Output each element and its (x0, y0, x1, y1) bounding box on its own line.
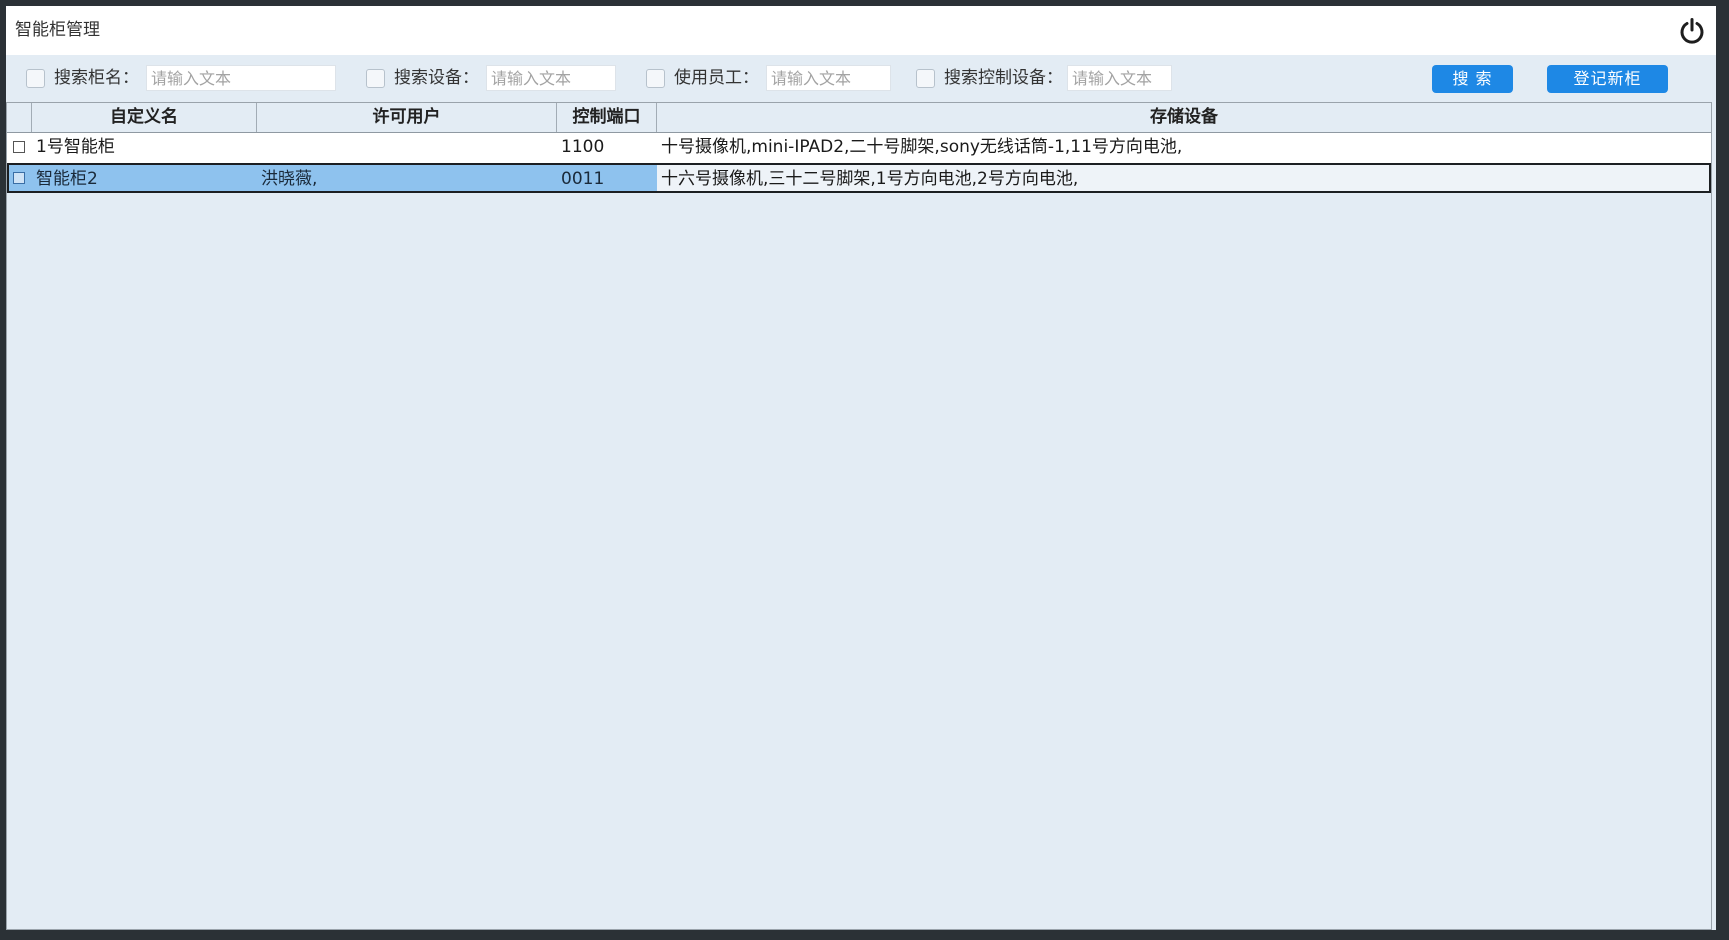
cell-storage-devices: 十号摄像机,mini-IPAD2,二十号脚架,sony无线话筒-1,11号方向电… (661, 137, 1183, 157)
app-window: 智能柜管理 搜索柜名： 搜索设备： 使用员工： 搜索控制设备： 搜 索 登记新柜… (6, 6, 1716, 930)
cell-storage-devices: 十六号摄像机,三十二号脚架,1号方向电池,2号方向电池, (661, 169, 1079, 189)
filter-employee-label: 使用员工： (674, 68, 759, 88)
cell-control-port: 1100 (561, 137, 605, 157)
header-checkbox-column (7, 103, 32, 132)
filter-employee-checkbox[interactable] (646, 69, 665, 88)
cell-custom-name: 1号智能柜 (36, 137, 115, 157)
header-storage-devices[interactable]: 存储设备 (657, 103, 1711, 132)
header-custom-name[interactable]: 自定义名 (32, 103, 257, 132)
row-checkbox[interactable] (13, 172, 25, 184)
table-row-selected[interactable]: 智能柜2 洪晓薇, 0011 十六号摄像机,三十二号脚架,1号方向电池,2号方向… (7, 163, 1711, 193)
search-toolbar: 搜索柜名： 搜索设备： 使用员工： 搜索控制设备： 搜 索 登记新柜 (6, 55, 1716, 101)
power-icon (1680, 18, 1704, 44)
cell-permitted-users: 洪晓薇, (257, 165, 557, 191)
filter-device-checkbox[interactable] (366, 69, 385, 88)
cell-custom-name: 智能柜2 (32, 165, 257, 191)
register-cabinet-button[interactable]: 登记新柜 (1547, 65, 1668, 93)
control-device-input[interactable] (1067, 65, 1172, 91)
filter-cabinet-name-checkbox[interactable] (26, 69, 45, 88)
row-checkbox[interactable] (13, 141, 25, 153)
header-permitted-users[interactable]: 许可用户 (257, 103, 557, 132)
table-header: 自定义名 许可用户 控制端口 存储设备 (7, 103, 1711, 133)
table-row[interactable]: 1号智能柜 1100 十号摄像机,mini-IPAD2,二十号脚架,sony无线… (7, 133, 1711, 163)
cabinet-table: 自定义名 许可用户 控制端口 存储设备 1号智能柜 1100 十号摄像机,min… (6, 102, 1712, 930)
employee-input[interactable] (766, 65, 891, 91)
filter-device-label: 搜索设备： (394, 68, 479, 88)
cell-permitted-users (257, 133, 557, 163)
title-bar: 智能柜管理 (6, 6, 1716, 55)
device-input[interactable] (486, 65, 616, 91)
power-button[interactable] (1678, 17, 1706, 45)
window-title: 智能柜管理 (15, 20, 100, 40)
cell-control-port: 0011 (557, 165, 657, 191)
filter-cabinet-name-label: 搜索柜名： (54, 68, 139, 88)
filter-control-device-checkbox[interactable] (916, 69, 935, 88)
header-control-port[interactable]: 控制端口 (557, 103, 657, 132)
cabinet-name-input[interactable] (146, 65, 336, 91)
search-button[interactable]: 搜 索 (1432, 65, 1513, 93)
filter-control-device-label: 搜索控制设备： (944, 68, 1063, 88)
